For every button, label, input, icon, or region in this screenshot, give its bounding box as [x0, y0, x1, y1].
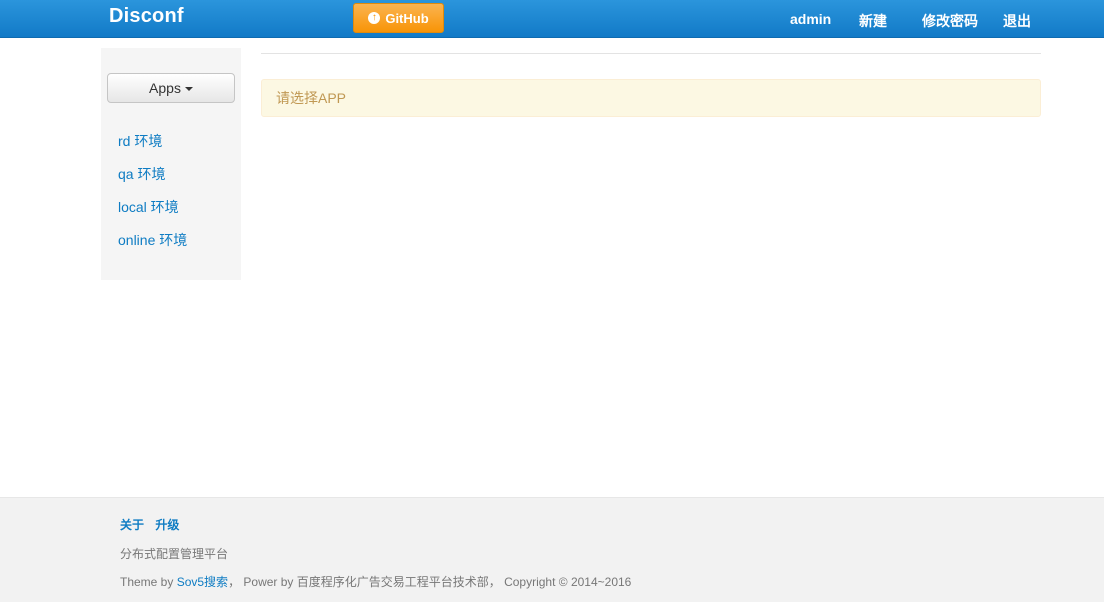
nav-logout[interactable]: 退出: [1003, 11, 1031, 31]
caret-down-icon: [184, 86, 193, 91]
content-divider: [261, 53, 1041, 54]
env-item-rd[interactable]: rd 环境: [118, 131, 187, 164]
up-arrow-circle-icon: ↑: [368, 12, 381, 24]
credits-suffix: ， Power by 百度程序化广告交易工程平台技术部， Copyright ©…: [228, 575, 632, 589]
nav-new[interactable]: 新建: [859, 11, 887, 31]
select-app-alert: 请选择APP: [261, 79, 1041, 117]
nav-user-admin[interactable]: admin: [790, 11, 831, 27]
footer-links: 关于 升级: [120, 516, 187, 533]
theme-link[interactable]: Sov5搜索: [177, 575, 228, 589]
sidebar: Apps rd 环境 qa 环境 local 环境 online 环境: [101, 48, 241, 280]
env-item-online[interactable]: online 环境: [118, 230, 187, 263]
footer: 关于 升级 分布式配置管理平台 Theme by Sov5搜索， Power b…: [0, 497, 1104, 602]
credits-prefix: Theme by: [120, 575, 177, 589]
top-navbar: Disconf ↑ GitHub admin 新建 修改密码 退出: [0, 0, 1104, 38]
env-item-qa[interactable]: qa 环境: [118, 164, 187, 197]
env-item-local[interactable]: local 环境: [118, 197, 187, 230]
footer-link-upgrade[interactable]: 升级: [155, 518, 179, 532]
nav-change-password[interactable]: 修改密码: [922, 11, 978, 31]
github-button-label: GitHub: [385, 10, 429, 26]
env-list: rd 环境 qa 环境 local 环境 online 环境: [118, 131, 187, 263]
apps-dropdown-label: Apps: [149, 80, 181, 96]
alert-text: 请选择APP: [276, 90, 347, 106]
footer-link-about[interactable]: 关于: [120, 518, 144, 532]
footer-credits: Theme by Sov5搜索， Power by 百度程序化广告交易工程平台技…: [120, 573, 631, 590]
footer-tagline: 分布式配置管理平台: [120, 547, 229, 561]
apps-dropdown-button[interactable]: Apps: [107, 73, 235, 103]
brand-logo[interactable]: Disconf: [109, 5, 184, 28]
github-button[interactable]: ↑ GitHub: [353, 3, 444, 33]
